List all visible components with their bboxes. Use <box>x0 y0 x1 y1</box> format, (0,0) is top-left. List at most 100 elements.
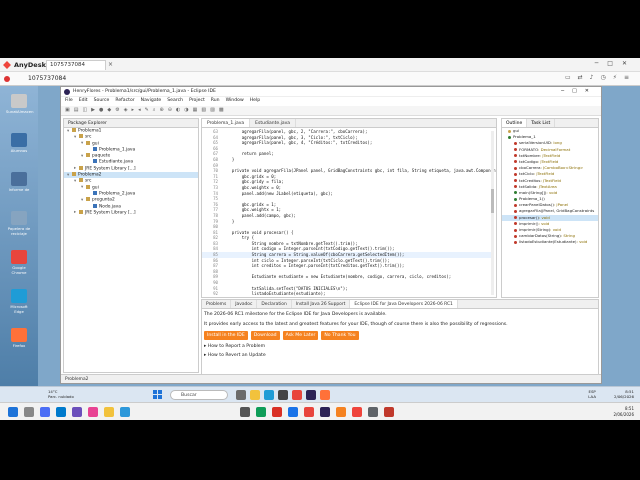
outline-item[interactable]: listadoEstudiante(Estudiante): void <box>502 239 598 245</box>
firefox-icon[interactable] <box>320 390 330 400</box>
bottom-tab[interactable]: Declaration <box>257 300 292 308</box>
app-icon[interactable] <box>352 407 362 417</box>
menu-item-project[interactable]: Project <box>189 98 205 105</box>
desktop-icon-label: SunatAlmacen <box>6 109 34 114</box>
no-thank-you-button[interactable]: No Thank You <box>321 331 359 340</box>
desktop-icons: SunatAlmacen Alumnos Informe de Papelera de… <box>0 86 38 386</box>
menu-item-file[interactable]: File <box>65 98 73 105</box>
store-icon[interactable] <box>278 390 288 400</box>
outline-item-name: Problema_1 <box>513 134 536 140</box>
host-clock[interactable]: 8:51 2/06/2026 <box>613 406 634 417</box>
anydesk-tools[interactable]: ▭⇄♪◷⚡≡ <box>565 74 636 81</box>
app-icon[interactable] <box>240 407 250 417</box>
host-taskbar: 8:51 2/06/2026 <box>0 402 640 420</box>
recycle-bin-icon <box>11 211 27 225</box>
menu-item-refactor[interactable]: Refactor <box>115 98 134 105</box>
menu-item-run[interactable]: Run <box>211 98 220 105</box>
file-explorer-icon[interactable] <box>104 407 114 417</box>
outline-tab[interactable]: Task List <box>527 119 556 127</box>
edge-icon[interactable] <box>264 390 274 400</box>
milestone-details: It provides early access to the latest a… <box>204 322 508 327</box>
member-icon <box>514 209 517 213</box>
menu-item-navigate[interactable]: Navigate <box>141 98 162 105</box>
outline-tab[interactable]: Outline <box>502 119 528 127</box>
milestone-expanders: ▸ How to Report a Problem ▸ How to Revert… <box>204 344 596 358</box>
editor-tab[interactable]: Estudiante.java <box>250 119 297 127</box>
member-icon <box>514 228 517 232</box>
ask-me-later-button[interactable]: Ask Me Later <box>282 331 319 340</box>
anydesk-session-tab[interactable]: 1075737084 <box>46 60 106 70</box>
java-file-icon <box>93 146 97 151</box>
app-icon[interactable] <box>272 407 282 417</box>
code-line[interactable]: 92 listadoEstudiante(estudiante); <box>202 291 492 297</box>
app-icon[interactable] <box>336 407 346 417</box>
app-icon[interactable] <box>40 407 50 417</box>
outline-item-name: FORMATO <box>519 146 539 152</box>
chrome-icon[interactable] <box>292 390 302 400</box>
editor-tab[interactable]: Problema_1.java <box>202 119 251 127</box>
start-icon[interactable] <box>8 407 18 417</box>
weather-widget[interactable]: 14°C Parc. nublado <box>48 389 74 399</box>
app-icon[interactable] <box>384 407 394 417</box>
code-area[interactable]: 63 agregarFila(panel, gbc, 2, "Carrera:"… <box>202 129 496 297</box>
chrome-icon <box>11 250 27 264</box>
eclipse-taskbar-icon[interactable] <box>306 390 316 400</box>
close-tab-icon[interactable]: × <box>108 61 113 68</box>
file-explorer-icon[interactable] <box>250 390 260 400</box>
menu-item-search[interactable]: Search <box>167 98 183 105</box>
desktop-icon[interactable]: Alumnos <box>6 133 32 153</box>
menu-item-help[interactable]: Help <box>250 98 260 105</box>
search-icon[interactable] <box>24 407 34 417</box>
desktop-icon[interactable]: Informe de <box>6 172 32 192</box>
taskbar-search[interactable]: Buscar <box>170 390 228 400</box>
outline-item-name: gui <box>513 128 520 133</box>
code-text: } <box>222 156 235 162</box>
app-icon[interactable] <box>120 407 130 417</box>
bottom-tab[interactable]: Install Java 26 Support <box>292 300 351 308</box>
app-icon[interactable] <box>368 407 378 417</box>
menu-item-source[interactable]: Source <box>94 98 110 105</box>
download-button[interactable]: Download <box>250 331 280 340</box>
app-icon[interactable] <box>288 407 298 417</box>
task-view-icon[interactable] <box>236 390 246 400</box>
app-icon[interactable] <box>88 407 98 417</box>
tree-item-label: Problema1 <box>78 128 102 134</box>
desktop-icon[interactable]: Microsoft Edge <box>6 289 32 314</box>
bottom-tab[interactable]: Problems <box>202 300 232 308</box>
desktop-icon[interactable]: Papelera de reciclaje <box>6 211 32 236</box>
app-icon[interactable] <box>304 407 314 417</box>
code-text: agregarFila(panel, gbc, 4, "Créditos:", … <box>222 140 373 146</box>
app-icon[interactable] <box>256 407 266 417</box>
editor-scrollbar[interactable] <box>491 131 494 295</box>
menu-item-window[interactable]: Window <box>226 98 244 105</box>
desktop-icon[interactable]: SunatAlmacen <box>6 94 34 114</box>
package-explorer-tab[interactable]: Package Explorer <box>64 119 198 128</box>
eclipse-toolbar[interactable]: ▣▤◫▶●◆⚙◈▸◂✎⌕⊕⊖◐◑▦▧▨▩ <box>61 106 601 116</box>
scrollbar-thumb[interactable] <box>491 189 494 213</box>
code-text: String nombre = txtNombre.getText().trim… <box>222 240 358 246</box>
menu-item-edit[interactable]: Edit <box>79 98 88 105</box>
app-icon[interactable] <box>72 407 82 417</box>
clock[interactable]: 8:51 2/06/2026 <box>614 389 634 399</box>
start-button-icon[interactable] <box>153 390 163 400</box>
desktop-icon[interactable]: Firefox <box>6 328 32 348</box>
expander[interactable]: ▸ How to Revert an Update <box>204 353 596 358</box>
desktop-icon[interactable]: Google Chrome <box>6 250 32 275</box>
language-indicator[interactable]: ESP LAA <box>588 389 596 399</box>
vscode-icon[interactable] <box>56 407 66 417</box>
eclipse-window-controls[interactable]: ─□✕ <box>561 88 597 94</box>
code-text: agregarFila(panel, gbc, 2, "Carrera:", c… <box>222 129 368 134</box>
desktop-icon-label: Microsoft Edge <box>10 304 28 314</box>
address-field[interactable]: 1075737084 <box>28 75 66 82</box>
window-title: HenryFlores - Problema1/src/gui/Problema… <box>73 89 216 94</box>
outline-item-name: serialVersionUID <box>519 140 551 146</box>
install-in-the-ide-button[interactable]: Install in the IDE <box>204 331 248 340</box>
member-icon <box>514 240 517 244</box>
bottom-tab[interactable]: Javadoc <box>231 300 258 308</box>
bottom-tab[interactable]: Eclipse IDE for Java Developers 2026-06 … <box>350 300 458 308</box>
app-icon[interactable] <box>320 407 330 417</box>
outline-item-name: agregarFila(JPanel, GridBagConstraints <box>519 208 595 214</box>
expander[interactable]: ▸ How to Report a Problem <box>204 344 596 349</box>
tree-item[interactable]: ▸ JRE System Library [...] <box>64 209 198 216</box>
window-controls[interactable]: ─□✕ <box>595 60 636 67</box>
